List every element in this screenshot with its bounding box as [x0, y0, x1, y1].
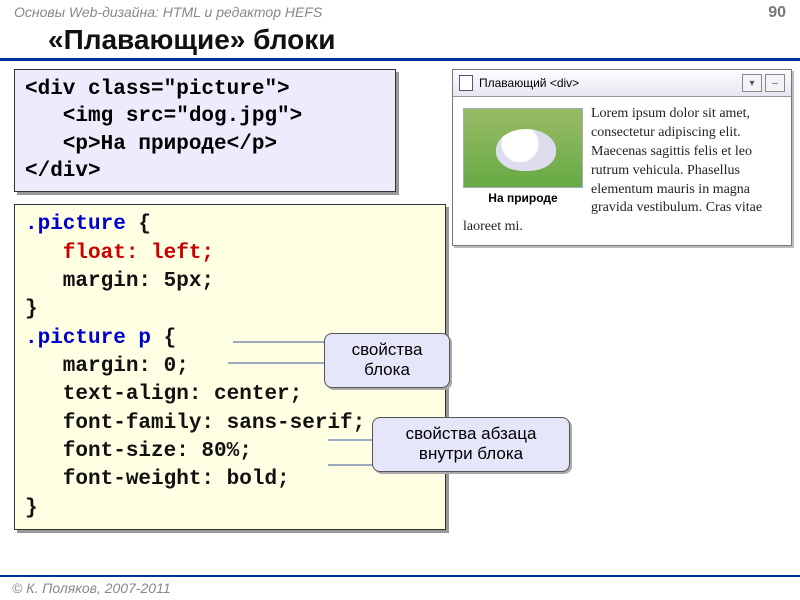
connector-line [233, 341, 325, 343]
slide-content: <div class="picture"> <img src="dog.jpg"… [0, 69, 800, 530]
browser-page: На природе Lorem ipsum dolor sit amet, c… [453, 97, 791, 245]
window-controls: ▾ – [742, 74, 785, 92]
document-icon [459, 75, 473, 91]
css-selector-p: .picture p [25, 327, 151, 350]
dog-image [463, 108, 583, 188]
callout-paragraph-props: свойства абзаца внутри блока [372, 417, 570, 472]
picture-caption: На природе [463, 190, 583, 206]
dropdown-icon[interactable]: ▾ [742, 74, 762, 92]
connector-line [228, 362, 326, 364]
connector-line [328, 464, 374, 466]
html-code-box: <div class="picture"> <img src="dog.jpg"… [14, 69, 396, 192]
slide-footer: © К. Поляков, 2007-2011 [0, 575, 800, 600]
slide-title: «Плавающие» блоки [0, 24, 800, 61]
connector-line [328, 439, 374, 441]
picture-block: На природе [463, 108, 583, 206]
minimize-icon[interactable]: – [765, 74, 785, 92]
browser-preview: Плавающий <div> ▾ – На природе Lorem ips… [452, 69, 792, 246]
css-selector: .picture [25, 213, 126, 236]
browser-titlebar: Плавающий <div> ▾ – [453, 70, 791, 97]
slide-header: Основы Web-дизайна: HTML и редактор HEFS… [0, 0, 800, 24]
page-number: 90 [768, 4, 786, 22]
callout-block-props: свойства блока [324, 333, 450, 388]
css-float-line: float: left; [25, 242, 214, 265]
browser-title: Плавающий <div> [479, 76, 579, 90]
header-subject: Основы Web-дизайна: HTML и редактор HEFS [14, 4, 322, 22]
